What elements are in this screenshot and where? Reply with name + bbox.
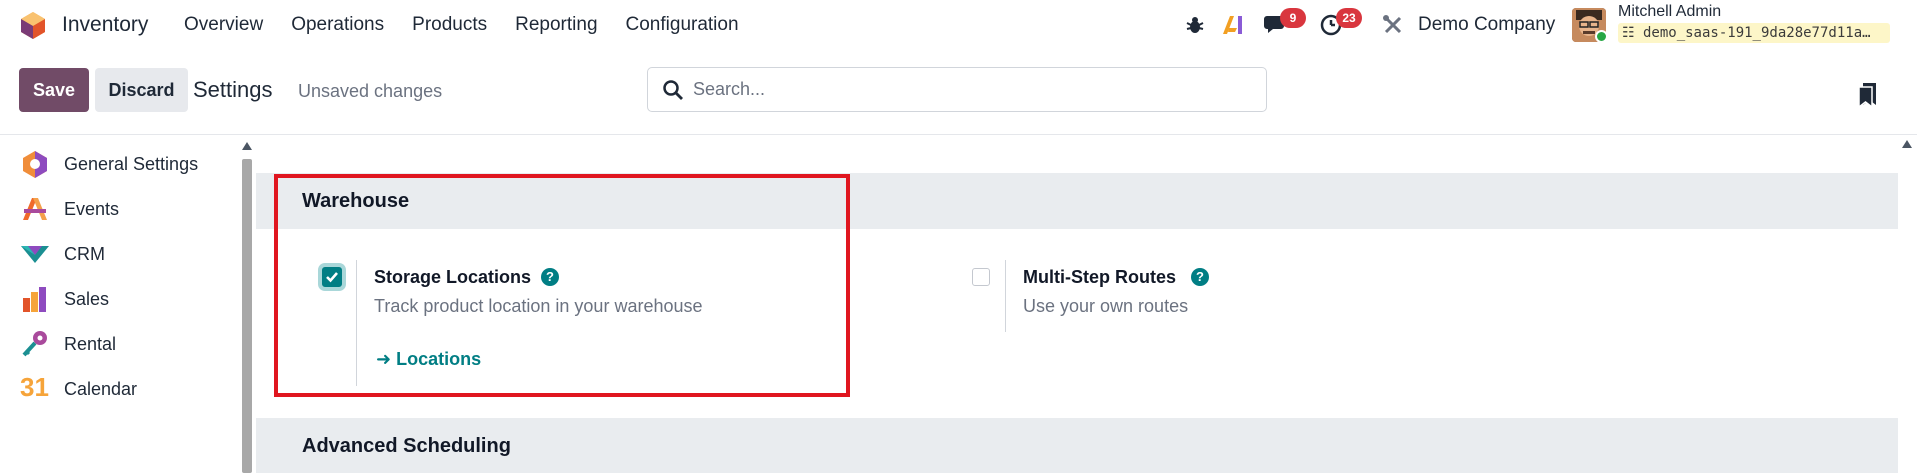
multi-step-routes-title: Multi-Step Routes (1023, 267, 1176, 287)
rental-icon (22, 331, 47, 357)
ai-icon[interactable] (1220, 12, 1246, 38)
sidebar-item-calendar[interactable]: 31 Calendar (0, 367, 240, 411)
tools-icon[interactable] (1380, 12, 1406, 38)
menu-overview[interactable]: Overview (184, 14, 263, 36)
sidebar-item-sales[interactable]: Sales (0, 277, 240, 321)
sidebar-label: Rental (64, 333, 117, 354)
unsaved-status: Unsaved changes (298, 81, 443, 101)
crm-icon (21, 246, 49, 263)
search-icon (663, 80, 683, 100)
scroll-up-arrow-icon[interactable] (1902, 140, 1912, 148)
database-label: demo_saas-191_9da28e77d11a… (1642, 25, 1871, 41)
sidebar-scrollbar[interactable] (242, 159, 252, 473)
search-input[interactable] (693, 68, 1253, 111)
control-panel: Save Discard Settings Unsaved changes (0, 50, 1917, 135)
activities-badge: 23 (1336, 8, 1362, 28)
app-name[interactable]: Inventory (62, 13, 148, 37)
sidebar-item-general-settings[interactable]: General Settings (0, 142, 240, 186)
sidebar-label: General Settings (64, 153, 199, 174)
general-settings-icon (23, 151, 47, 178)
debug-icon[interactable] (1182, 12, 1208, 38)
menu-operations[interactable]: Operations (291, 14, 384, 36)
sidebar-label: Calendar (64, 378, 138, 399)
user-name[interactable]: Mitchell Admin (1618, 3, 1721, 21)
sidebar-item-events[interactable]: Events (0, 187, 240, 231)
discard-button[interactable]: Discard (95, 68, 188, 112)
company-switcher[interactable]: Demo Company (1418, 14, 1555, 36)
inventory-app-icon[interactable] (18, 10, 48, 40)
save-button[interactable]: Save (19, 68, 89, 112)
menu-products[interactable]: Products (412, 14, 487, 36)
main-menu: Overview Operations Products Reporting C… (184, 14, 767, 36)
top-navbar: Inventory Overview Operations Products R… (0, 0, 1917, 50)
sidebar-item-crm[interactable]: CRM (0, 232, 240, 276)
events-icon (23, 198, 47, 220)
bookmark-icon[interactable] (1858, 82, 1878, 108)
sidebar-label: Sales (64, 288, 110, 309)
database-icon: ☷ (1622, 25, 1643, 41)
section-advanced-scheduling-header: Advanced Scheduling (256, 418, 1898, 473)
section-title: Advanced Scheduling (302, 435, 511, 457)
scroll-up-arrow-icon[interactable] (242, 142, 252, 150)
menu-configuration[interactable]: Configuration (626, 14, 739, 36)
messages-badge: 9 (1280, 8, 1306, 28)
database-name: ☷ demo_saas-191_9da28e77d11a… (1618, 23, 1890, 43)
online-status-indicator (1595, 30, 1608, 43)
setting-divider (1005, 260, 1006, 332)
sidebar-item-rental[interactable]: Rental (0, 322, 240, 366)
settings-sidebar: General Settings Events CRM Sales Rental… (0, 136, 256, 473)
sidebar-label: Events (64, 198, 120, 219)
multi-step-routes-help-icon[interactable]: ? (1191, 268, 1209, 286)
multi-step-routes-description: Use your own routes (1023, 296, 1189, 316)
search-box[interactable] (647, 67, 1267, 112)
multi-step-routes-checkbox[interactable] (972, 268, 990, 286)
calendar-icon: 31 (20, 372, 49, 402)
highlight-annotation-box (274, 174, 850, 397)
menu-reporting[interactable]: Reporting (515, 14, 597, 36)
sidebar-label: CRM (64, 243, 105, 264)
sales-icon (23, 287, 46, 312)
page-title: Settings (193, 77, 273, 102)
